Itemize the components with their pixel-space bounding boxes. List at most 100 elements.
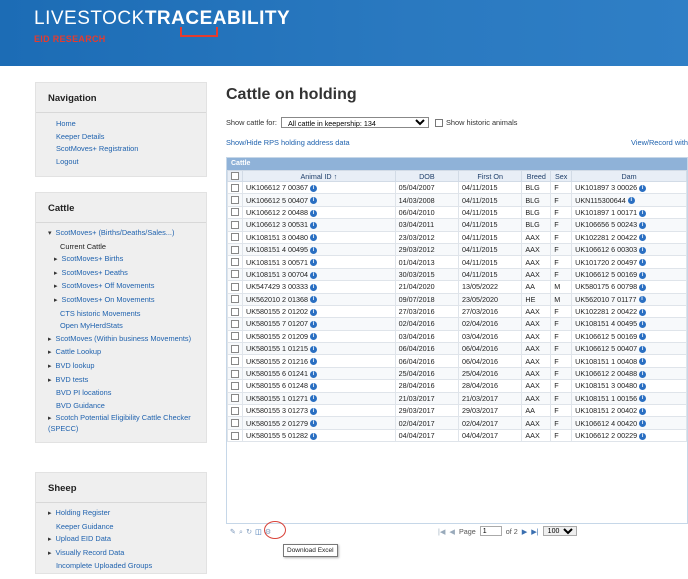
row-select-cell[interactable]: [227, 379, 243, 393]
edit-icon[interactable]: ✎: [230, 527, 239, 536]
info-icon[interactable]: i: [309, 370, 317, 378]
sheep-incomplete-groups-link[interactable]: Incomplete Uploaded Groups: [36, 560, 206, 573]
row-checkbox[interactable]: [231, 319, 239, 328]
table-row[interactable]: UK580155 5 01282 i 04/04/2017 04/04/2017 AAX…: [227, 428, 687, 443]
row-select-cell[interactable]: [227, 230, 243, 244]
cattle-deaths-link[interactable]: ScotMoves+ Deaths: [36, 267, 206, 281]
row-select-cell[interactable]: [227, 329, 243, 344]
row-checkbox[interactable]: [231, 208, 239, 217]
info-icon[interactable]: i: [639, 407, 647, 415]
row-checkbox[interactable]: [231, 282, 239, 291]
info-icon[interactable]: i: [309, 209, 317, 217]
view-record-link[interactable]: View/Record with: [631, 138, 688, 147]
info-icon[interactable]: i: [309, 271, 317, 279]
row-select-cell[interactable]: [227, 366, 243, 381]
info-icon[interactable]: i: [309, 221, 317, 229]
cattle-within-business-link[interactable]: ScotMoves (Within business Movements): [36, 333, 206, 347]
row-select-cell[interactable]: [227, 304, 243, 319]
bvd-pi-locations-link[interactable]: BVD PI locations: [36, 387, 206, 400]
row-checkbox[interactable]: [231, 258, 239, 267]
row-select-cell[interactable]: [227, 354, 243, 368]
info-icon[interactable]: i: [639, 246, 647, 254]
info-icon[interactable]: i: [309, 432, 317, 440]
cattle-myherdstats-link[interactable]: Open MyHerdStats: [36, 320, 206, 333]
cattle-current-cattle-link[interactable]: Current Cattle: [36, 241, 206, 254]
info-icon[interactable]: i: [639, 395, 647, 403]
info-icon[interactable]: i: [639, 259, 647, 267]
table-row[interactable]: UK106612 7 00367 i 05/04/2007 04/11/2015 BLG…: [227, 180, 687, 195]
info-icon[interactable]: i: [309, 283, 317, 291]
nav-keeper-details-link[interactable]: Keeper Details: [36, 131, 206, 144]
bvd-tests-link[interactable]: BVD tests: [36, 374, 206, 388]
info-icon[interactable]: i: [309, 321, 317, 329]
table-row[interactable]: UK580155 2 01216 i 06/04/2016 06/04/2016 AAX…: [227, 354, 687, 368]
row-select-cell[interactable]: [227, 205, 243, 220]
row-select-cell[interactable]: [227, 242, 243, 257]
row-select-cell[interactable]: [227, 267, 243, 282]
row-select-cell[interactable]: [227, 416, 243, 430]
row-checkbox[interactable]: [231, 357, 239, 366]
select-all-checkbox[interactable]: [231, 172, 239, 180]
info-icon[interactable]: i: [639, 358, 647, 366]
table-row[interactable]: UK108151 3 00571 i 01/04/2013 04/11/2015 AAX…: [227, 255, 687, 269]
info-icon[interactable]: i: [639, 420, 647, 428]
table-row[interactable]: UK580155 2 01279 i 02/04/2017 02/04/2017 AAX…: [227, 416, 687, 430]
column-header-dob[interactable]: DOB: [394, 170, 460, 182]
sheep-holding-register-link[interactable]: Holding Register: [36, 507, 206, 521]
row-select-cell[interactable]: [227, 428, 243, 443]
page-size-select[interactable]: 100: [542, 526, 577, 536]
row-checkbox[interactable]: [231, 295, 239, 304]
cattle-on-movements-link[interactable]: ScotMoves+ On Movements: [36, 294, 206, 308]
nav-home-link[interactable]: Home: [36, 118, 206, 131]
info-icon[interactable]: i: [639, 209, 647, 217]
nav-logout-link[interactable]: Logout: [36, 156, 206, 169]
row-checkbox[interactable]: [231, 344, 239, 353]
row-checkbox[interactable]: [231, 220, 239, 229]
column-header-animal-id[interactable]: Animal ID ↑: [242, 170, 396, 182]
cattle-births-link[interactable]: ScotMoves+ Births: [36, 253, 206, 267]
cattle-scotmoves-menu[interactable]: ScotMoves+ (Births/Deaths/Sales...): [36, 227, 206, 241]
info-icon[interactable]: i: [309, 345, 317, 353]
table-row[interactable]: UK580155 6 01248 i 28/04/2016 28/04/2016 AAX…: [227, 379, 687, 393]
info-icon[interactable]: i: [309, 333, 317, 341]
info-icon[interactable]: i: [639, 321, 647, 329]
info-icon[interactable]: i: [639, 370, 647, 378]
row-checkbox[interactable]: [231, 196, 239, 205]
row-checkbox[interactable]: [231, 270, 239, 279]
row-select-cell[interactable]: [227, 391, 243, 406]
table-row[interactable]: UK580155 1 01215 i 06/04/2016 06/04/2016 AAX…: [227, 342, 687, 356]
prev-page-icon[interactable]: ◀: [449, 527, 455, 536]
row-select-cell[interactable]: [227, 180, 243, 195]
info-icon[interactable]: i: [639, 432, 647, 440]
bvd-lookup-link[interactable]: BVD lookup: [36, 360, 206, 374]
row-checkbox[interactable]: [231, 245, 239, 254]
info-icon[interactable]: i: [639, 333, 647, 341]
row-checkbox[interactable]: [231, 394, 239, 403]
info-icon[interactable]: i: [638, 296, 646, 304]
table-row[interactable]: UK580155 3 01273 i 29/03/2017 29/03/2017 AA F…: [227, 404, 687, 418]
table-row[interactable]: UK108151 3 00480 i 23/03/2012 04/11/2015 AAX…: [227, 230, 687, 244]
info-icon[interactable]: i: [309, 308, 317, 316]
cattle-lookup-link[interactable]: Cattle Lookup: [36, 346, 206, 360]
cattle-off-movements-link[interactable]: ScotMoves+ Off Movements: [36, 280, 206, 294]
first-page-icon[interactable]: |◀: [438, 527, 445, 536]
row-checkbox[interactable]: [231, 183, 239, 192]
refresh-icon[interactable]: ↻: [246, 527, 255, 536]
info-icon[interactable]: i: [627, 197, 635, 205]
last-page-icon[interactable]: ▶|: [531, 527, 538, 536]
table-row[interactable]: UK580155 2 01209 i 03/04/2016 03/04/2016 AAX…: [227, 329, 687, 344]
info-icon[interactable]: i: [309, 383, 317, 391]
row-select-cell[interactable]: [227, 280, 243, 294]
table-row[interactable]: UK106612 5 00407 i 14/03/2008 04/11/2015 BLG…: [227, 193, 687, 207]
keepership-select[interactable]: All cattle in keepership: 134: [280, 117, 429, 128]
info-icon[interactable]: i: [309, 296, 317, 304]
row-select-cell[interactable]: [227, 342, 243, 356]
table-row[interactable]: UK106612 2 00488 i 06/04/2010 04/11/2015 BLG…: [227, 205, 687, 220]
column-header-breed[interactable]: Breed: [521, 170, 552, 182]
info-icon[interactable]: i: [639, 271, 647, 279]
row-select-cell[interactable]: [227, 218, 243, 232]
table-row[interactable]: UK562010 2 01368 i 09/07/2018 23/05/2020 HE M…: [227, 292, 687, 306]
info-icon[interactable]: i: [639, 221, 647, 229]
table-row[interactable]: UK580155 7 01207 i 02/04/2016 02/04/2016 AAX…: [227, 317, 687, 331]
page-number-input[interactable]: [479, 526, 502, 536]
